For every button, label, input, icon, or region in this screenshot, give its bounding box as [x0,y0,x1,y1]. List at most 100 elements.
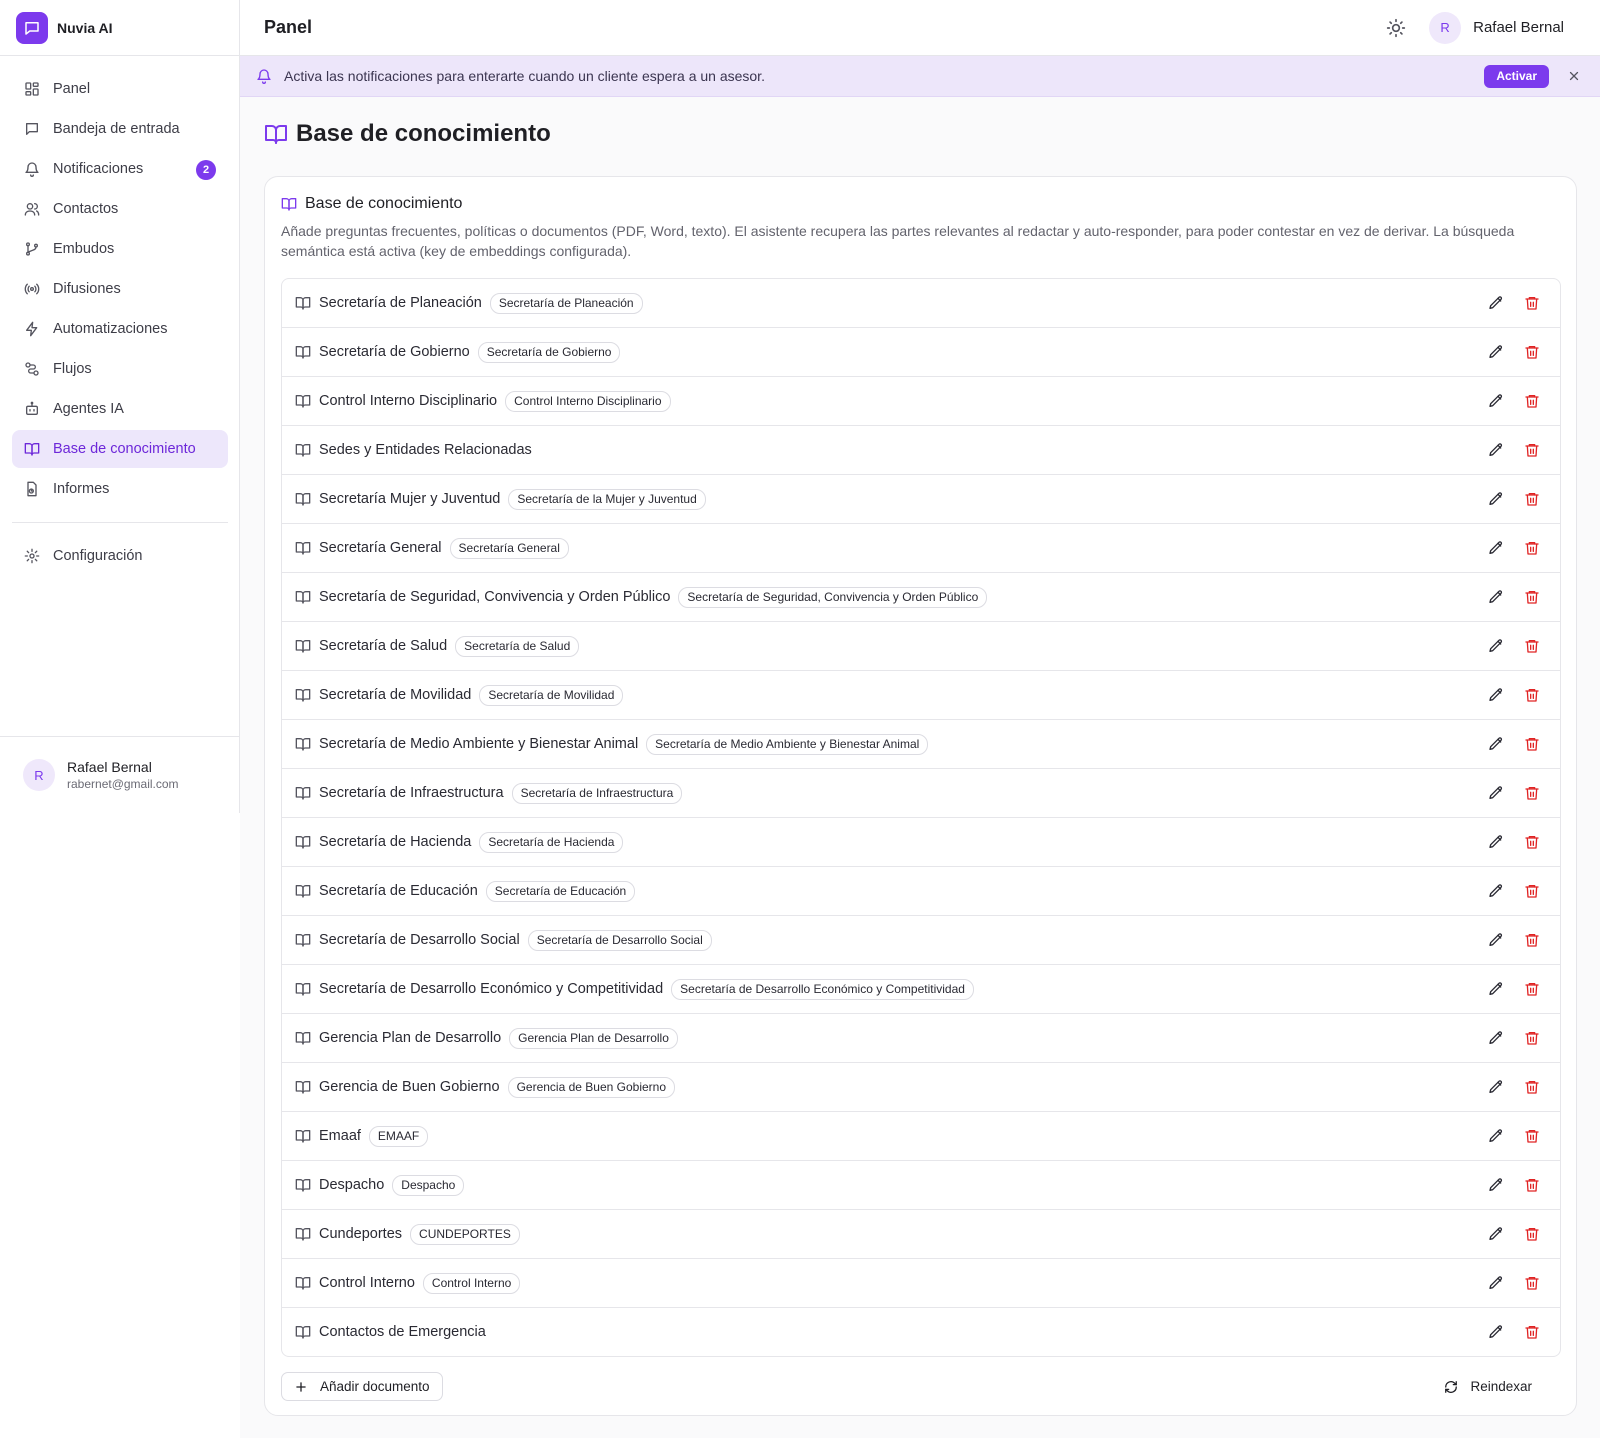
pencil-icon[interactable] [1488,344,1504,360]
pencil-icon[interactable] [1488,393,1504,409]
delete-document-button[interactable] [1524,932,1540,948]
trash-icon[interactable] [1524,1275,1540,1291]
trash-icon[interactable] [1524,1128,1540,1144]
document-row[interactable]: Contactos de Emergencia [282,1308,1560,1356]
trash-icon[interactable] [1524,981,1540,997]
delete-document-button[interactable] [1524,736,1540,752]
edit-document-button[interactable] [1488,491,1524,507]
trash-icon[interactable] [1524,344,1540,360]
trash-icon[interactable] [1524,540,1540,556]
delete-document-button[interactable] [1524,540,1540,556]
edit-document-button[interactable] [1488,687,1524,703]
trash-icon[interactable] [1524,736,1540,752]
trash-icon[interactable] [1524,589,1540,605]
pencil-icon[interactable] [1488,736,1504,752]
document-row[interactable]: Cundeportes CUNDEPORTES [282,1210,1560,1259]
delete-document-button[interactable] [1524,1128,1540,1144]
delete-document-button[interactable] [1524,491,1540,507]
pencil-icon[interactable] [1488,981,1504,997]
trash-icon[interactable] [1524,1030,1540,1046]
edit-document-button[interactable] [1488,295,1524,311]
pencil-icon[interactable] [1488,491,1504,507]
pencil-icon[interactable] [1488,638,1504,654]
trash-icon[interactable] [1524,687,1540,703]
header-user-name[interactable]: Rafael Bernal [1473,19,1564,36]
pencil-icon[interactable] [1488,442,1504,458]
sidebar-item-inbox[interactable]: Bandeja de entrada [12,110,228,148]
pencil-icon[interactable] [1488,687,1504,703]
trash-icon[interactable] [1524,932,1540,948]
document-row[interactable]: Gerencia Plan de Desarrollo Gerencia Plan… [282,1014,1560,1063]
document-row[interactable]: Secretaría de Seguridad, Convivencia y O… [282,573,1560,622]
document-row[interactable]: Secretaría de Salud Secretaría de Salud [282,622,1560,671]
activate-notifications-button[interactable]: Activar [1484,64,1549,88]
edit-document-button[interactable] [1488,393,1524,409]
trash-icon[interactable] [1524,1079,1540,1095]
sidebar-user[interactable]: R Rafael Bernal rabernet@gmail.com [0,736,239,813]
pencil-icon[interactable] [1488,1030,1504,1046]
document-row[interactable]: Secretaría de Movilidad Secretaría de Mov… [282,671,1560,720]
pencil-icon[interactable] [1488,1177,1504,1193]
edit-document-button[interactable] [1488,1177,1524,1193]
edit-document-button[interactable] [1488,442,1524,458]
document-row[interactable]: Secretaría de Planeación Secretaría de Pl… [282,279,1560,328]
trash-icon[interactable] [1524,1177,1540,1193]
delete-document-button[interactable] [1524,981,1540,997]
delete-document-button[interactable] [1524,1079,1540,1095]
edit-document-button[interactable] [1488,932,1524,948]
trash-icon[interactable] [1524,785,1540,801]
delete-document-button[interactable] [1524,1324,1540,1340]
trash-icon[interactable] [1524,491,1540,507]
document-row[interactable]: Secretaría de Desarrollo Social Secretarí… [282,916,1560,965]
edit-document-button[interactable] [1488,1030,1524,1046]
sidebar-item-knowledge-base[interactable]: Base de conocimiento [12,430,228,468]
trash-icon[interactable] [1524,834,1540,850]
delete-document-button[interactable] [1524,638,1540,654]
edit-document-button[interactable] [1488,1226,1524,1242]
document-row[interactable]: Secretaría de Gobierno Secretaría de Gobi… [282,328,1560,377]
close-icon[interactable] [1567,69,1581,83]
edit-document-button[interactable] [1488,1324,1524,1340]
delete-document-button[interactable] [1524,883,1540,899]
trash-icon[interactable] [1524,883,1540,899]
add-document-button[interactable]: Añadir documento [281,1372,443,1401]
pencil-icon[interactable] [1488,540,1504,556]
delete-document-button[interactable] [1524,344,1540,360]
sidebar-item-automations[interactable]: Automatizaciones [12,310,228,348]
edit-document-button[interactable] [1488,883,1524,899]
document-row[interactable]: Secretaría de Desarrollo Económico y Com… [282,965,1560,1014]
delete-document-button[interactable] [1524,785,1540,801]
document-row[interactable]: Secretaría Mujer y Juventud Secretaría de… [282,475,1560,524]
edit-document-button[interactable] [1488,589,1524,605]
edit-document-button[interactable] [1488,540,1524,556]
delete-document-button[interactable] [1524,687,1540,703]
sidebar-item-panel[interactable]: Panel [12,70,228,108]
edit-document-button[interactable] [1488,785,1524,801]
delete-document-button[interactable] [1524,589,1540,605]
pencil-icon[interactable] [1488,295,1504,311]
delete-document-button[interactable] [1524,295,1540,311]
sidebar-item-broadcasts[interactable]: Difusiones [12,270,228,308]
pencil-icon[interactable] [1488,1275,1504,1291]
edit-document-button[interactable] [1488,736,1524,752]
reindex-button[interactable]: Reindexar [1444,1372,1532,1401]
document-row[interactable]: Secretaría de Hacienda Secretaría de Haci… [282,818,1560,867]
sidebar-item-contacts[interactable]: Contactos [12,190,228,228]
document-row[interactable]: Emaaf EMAAF [282,1112,1560,1161]
delete-document-button[interactable] [1524,1226,1540,1242]
trash-icon[interactable] [1524,295,1540,311]
document-row[interactable]: Control Interno Disciplinario Control Int… [282,377,1560,426]
delete-document-button[interactable] [1524,1177,1540,1193]
theme-toggle-sun-icon[interactable] [1386,18,1406,38]
pencil-icon[interactable] [1488,1226,1504,1242]
document-row[interactable]: Control Interno Control Interno [282,1259,1560,1308]
edit-document-button[interactable] [1488,1128,1524,1144]
edit-document-button[interactable] [1488,638,1524,654]
pencil-icon[interactable] [1488,1128,1504,1144]
edit-document-button[interactable] [1488,1275,1524,1291]
delete-document-button[interactable] [1524,442,1540,458]
delete-document-button[interactable] [1524,834,1540,850]
document-row[interactable]: Secretaría de Educación Secretaría de Edu… [282,867,1560,916]
sidebar-item-settings[interactable]: Configuración [12,537,228,575]
pencil-icon[interactable] [1488,589,1504,605]
